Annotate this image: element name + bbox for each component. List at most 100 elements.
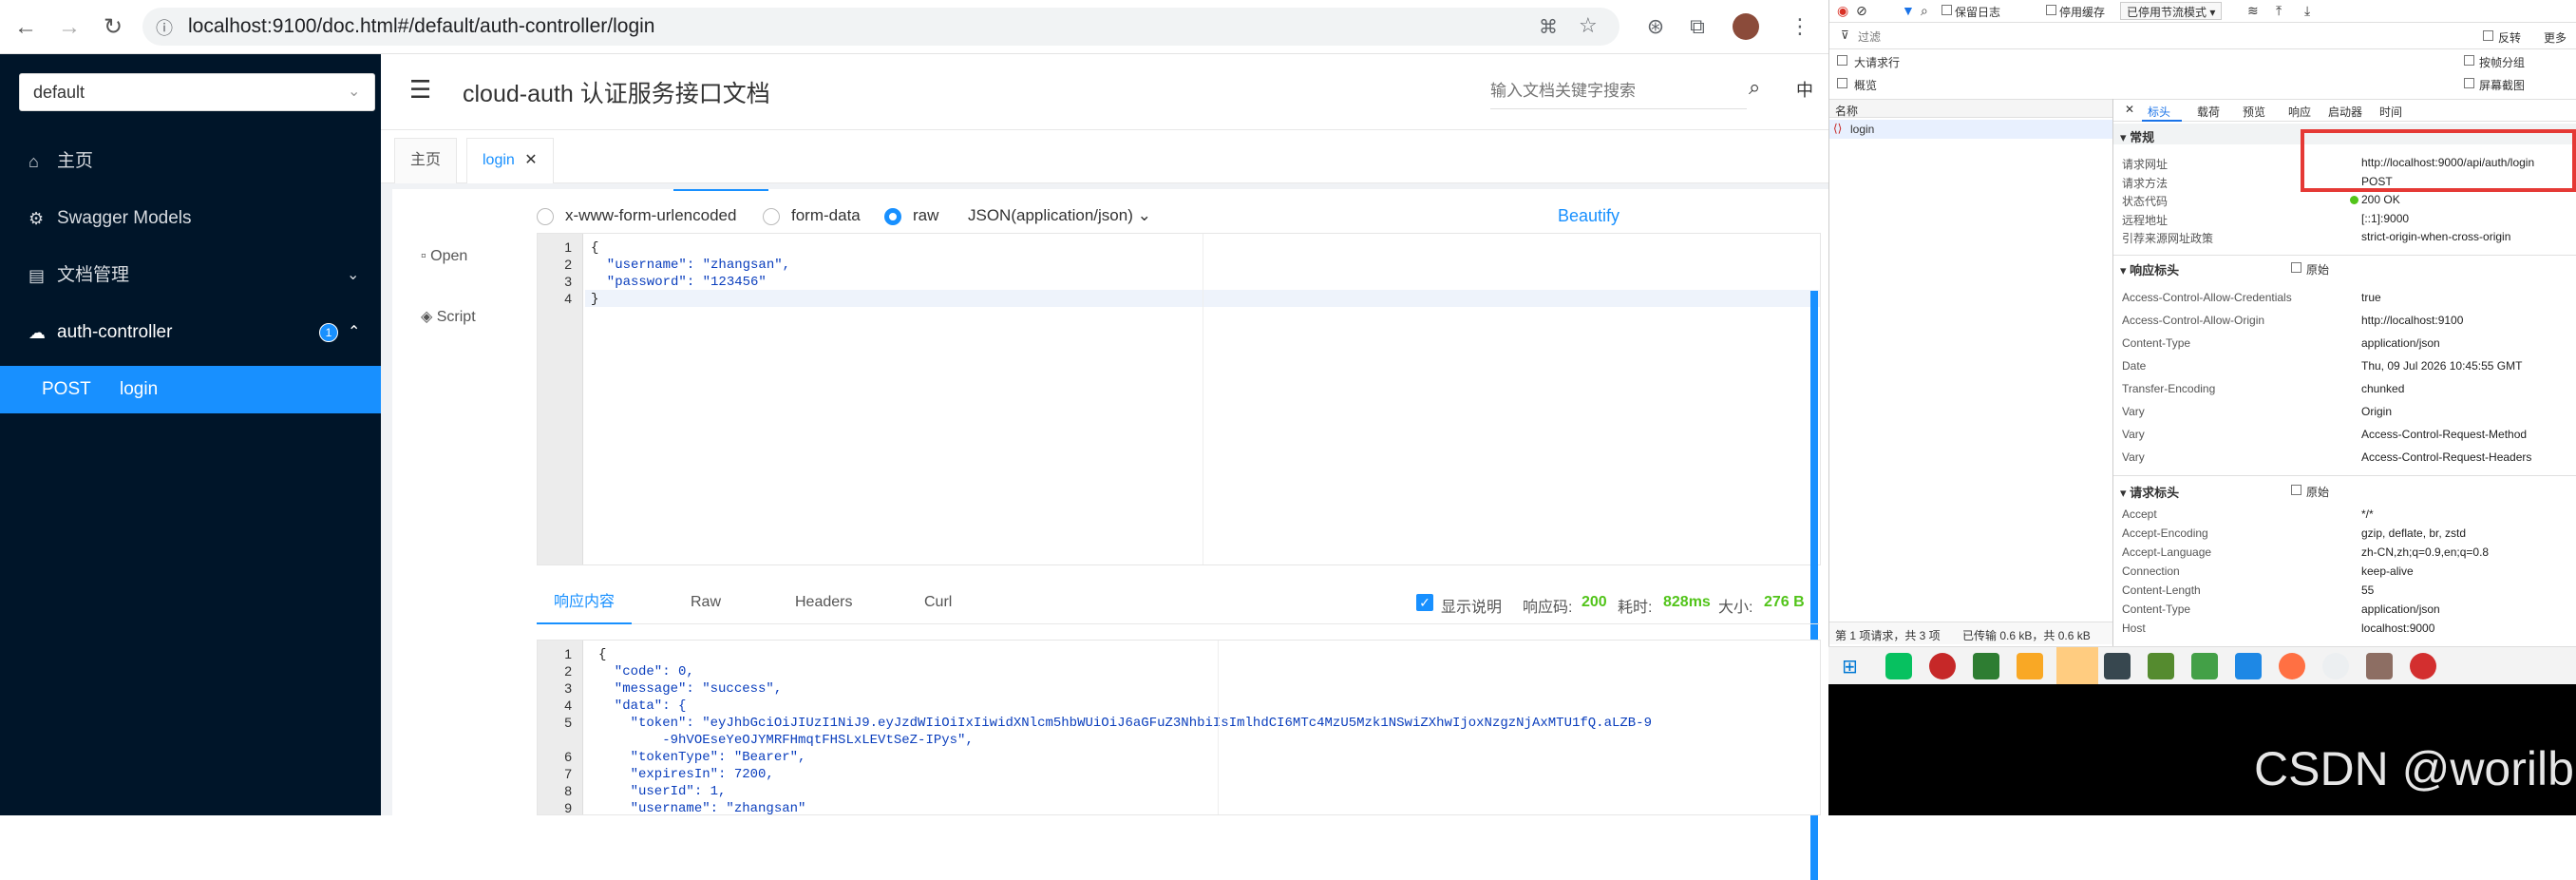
header-value[interactable]: 55 — [2361, 583, 2374, 597]
search-input[interactable] — [1490, 73, 1747, 109]
group-select[interactable]: default ⌄ — [19, 73, 375, 111]
header-value[interactable]: gzip, deflate, br, zstd — [2361, 526, 2466, 540]
raw-checkbox[interactable] — [2291, 262, 2301, 273]
app-icon[interactable] — [2279, 653, 2305, 679]
request-headers-title[interactable]: ▾ 请求标头 — [2120, 483, 2179, 501]
close-icon[interactable]: ✕ — [524, 152, 537, 168]
menu-collapse-icon[interactable]: ☰ — [409, 75, 431, 105]
beautify-button[interactable]: Beautify — [1558, 206, 1619, 226]
sidebar-item-swagger-models[interactable]: ⚙ Swagger Models — [0, 195, 381, 242]
app-icon[interactable] — [2366, 653, 2393, 679]
header-value[interactable]: Access-Control-Request-Method — [2361, 428, 2527, 441]
wifi-icon[interactable]: ≋ — [2247, 3, 2259, 19]
header-value[interactable]: 200 OK — [2361, 193, 2400, 206]
group-by-frame-checkbox[interactable] — [2464, 55, 2474, 66]
language-toggle[interactable]: 中 — [1796, 77, 1813, 102]
header-value[interactable]: Origin — [2361, 405, 2392, 418]
address-bar[interactable]: ⓘ localhost:9100/doc.html#/default/auth-… — [142, 8, 1619, 46]
tab-home[interactable]: 主页 — [394, 138, 458, 183]
close-icon[interactable]: ✕ — [2125, 103, 2134, 116]
tab-response-content[interactable]: 响应内容 — [554, 581, 615, 624]
forward-icon[interactable]: → — [55, 13, 84, 42]
script-action[interactable]: ◈ Script — [421, 307, 476, 326]
tab-initiator[interactable]: 启动器 — [2328, 104, 2362, 120]
tab-timing[interactable]: 时间 — [2379, 104, 2402, 120]
sidebar-item-auth-controller[interactable]: ☁ auth-controller 1 ⌃ — [0, 309, 381, 356]
show-desc-checkbox[interactable]: ✓ — [1416, 594, 1433, 611]
header-value[interactable]: [::1]:9000 — [2361, 212, 2409, 225]
header-value[interactable]: application/json — [2361, 603, 2440, 616]
tab-payload[interactable]: 载荷 — [2197, 104, 2220, 120]
sidebar-item-doc-management[interactable]: ▤ 文档管理 ⌄ — [0, 252, 381, 299]
header-value[interactable]: */* — [2361, 507, 2374, 521]
menu-dots-icon[interactable]: ⋮ — [1786, 12, 1814, 41]
reload-icon[interactable]: ↻ — [99, 13, 127, 42]
app-icon[interactable] — [2148, 653, 2174, 679]
back-icon[interactable]: ← — [11, 13, 40, 42]
download-icon[interactable]: ⤓ — [2304, 3, 2310, 19]
app-icon[interactable] — [2322, 653, 2349, 679]
tab-preview[interactable]: 预览 — [2243, 104, 2265, 120]
radio-raw[interactable] — [884, 208, 901, 225]
header-value[interactable]: localhost:9000 — [2361, 622, 2434, 635]
folder-icon[interactable] — [2017, 653, 2043, 679]
disable-cache-checkbox[interactable] — [2046, 5, 2056, 15]
screenshots-checkbox[interactable] — [2464, 78, 2474, 88]
puzzle-icon[interactable]: ⧉ — [1683, 12, 1712, 41]
open-action[interactable]: ▫ Open — [421, 248, 467, 265]
app-icon[interactable] — [1973, 653, 1999, 679]
extension-icon[interactable]: ⊛ — [1641, 12, 1670, 41]
header-value[interactable]: keep-alive — [2361, 564, 2414, 578]
active-app-icon[interactable] — [2056, 647, 2098, 685]
header-value[interactable]: application/json — [2361, 336, 2440, 350]
tab-headers[interactable]: 标头 — [2148, 104, 2170, 120]
tab-headers[interactable]: Headers — [795, 581, 852, 624]
invert-checkbox[interactable] — [2483, 30, 2493, 41]
header-value[interactable]: true — [2361, 291, 2381, 304]
app-icon[interactable] — [2410, 653, 2436, 679]
overview-checkbox[interactable] — [1837, 78, 1847, 88]
response-body-editor[interactable]: 1234567891011 { "code": 0, "message": "s… — [537, 640, 1821, 815]
filter-icon[interactable]: ▼ — [1902, 3, 1915, 18]
upload-icon[interactable]: ⤒ — [2276, 3, 2282, 19]
throttle-select[interactable]: 已停用节流模式 ▾ — [2120, 2, 2223, 20]
app-icon[interactable] — [2235, 653, 2262, 679]
big-rows-checkbox[interactable] — [1837, 55, 1847, 66]
raw-checkbox[interactable] — [2291, 485, 2301, 495]
code-line: "password": "123456" — [591, 275, 767, 290]
header-value[interactable]: Thu, 09 Jul 2026 10:45:55 GMT — [2361, 359, 2522, 373]
tab-curl[interactable]: Curl — [924, 581, 952, 624]
sidebar-endpoint-login[interactable]: POST login — [0, 366, 381, 413]
request-row-login[interactable]: ⟨⟩ login — [1829, 120, 2112, 139]
site-info-icon[interactable]: ⓘ — [156, 15, 173, 40]
search-icon[interactable]: ⌕ — [1921, 3, 1928, 19]
search-icon[interactable]: ⌕ — [1749, 75, 1760, 100]
response-headers-title[interactable]: ▾ 响应标头 — [2120, 260, 2179, 278]
tab-login[interactable]: login ✕ — [466, 138, 554, 183]
app-icon[interactable] — [1929, 653, 1956, 679]
filter-input[interactable]: 过滤 — [1858, 29, 1881, 45]
translate-icon[interactable]: ⌘ — [1539, 15, 1558, 39]
app-icon[interactable] — [2191, 653, 2218, 679]
windows-start-icon[interactable]: ⊞ — [1842, 655, 1858, 679]
profile-avatar[interactable] — [1733, 13, 1759, 40]
request-body-editor[interactable]: 1 2 3 4 { "username": "zhangsan", "passw… — [537, 233, 1821, 880]
record-icon[interactable]: ◉ — [1837, 3, 1848, 19]
more-filters[interactable]: 更多 — [2544, 29, 2567, 46]
app-icon[interactable] — [2104, 653, 2131, 679]
tab-raw[interactable]: Raw — [691, 581, 721, 624]
header-value[interactable]: zh-CN,zh;q=0.9,en;q=0.8 — [2361, 545, 2489, 559]
preserve-log-checkbox[interactable] — [1941, 5, 1952, 15]
clear-icon[interactable]: ⊘ — [1856, 3, 1867, 19]
header-value[interactable]: chunked — [2361, 382, 2404, 395]
bookmark-star-icon[interactable]: ☆ — [1579, 13, 1598, 38]
sidebar-item-home[interactable]: ⌂ 主页 — [0, 138, 381, 185]
content-type-select[interactable]: JSON(application/json) ⌄ — [968, 206, 1151, 225]
tab-response[interactable]: 响应 — [2288, 104, 2311, 120]
radio-urlencoded[interactable] — [537, 208, 554, 225]
header-value[interactable]: http://localhost:9100 — [2361, 314, 2463, 327]
header-value[interactable]: Access-Control-Request-Headers — [2361, 450, 2531, 464]
radio-form-data[interactable] — [763, 208, 780, 225]
header-value[interactable]: strict-origin-when-cross-origin — [2361, 230, 2510, 243]
wechat-icon[interactable] — [1885, 653, 1912, 679]
